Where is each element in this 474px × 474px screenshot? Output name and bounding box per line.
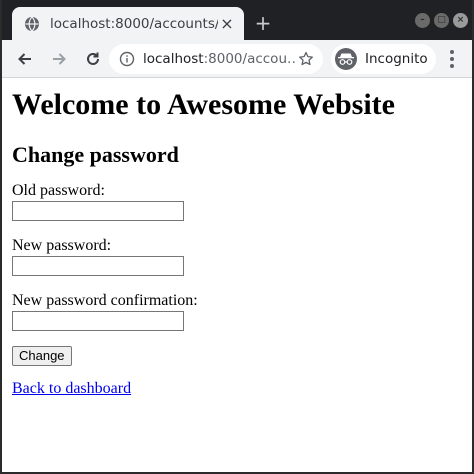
address-bar[interactable]: localhost:8000/accou…: [109, 44, 323, 74]
old-password-field: Old password:: [12, 182, 472, 221]
change-button[interactable]: Change: [12, 346, 72, 366]
page-heading: Change password: [12, 142, 179, 167]
url-host: localhost: [143, 51, 204, 67]
new-password-confirmation-input[interactable]: [12, 311, 184, 331]
new-tab-button[interactable]: +: [253, 13, 273, 33]
tab-strip: localhost:8000/accounts/ × + – □ ×: [2, 0, 472, 40]
window-controls: – □ ×: [415, 13, 468, 28]
incognito-icon: [335, 48, 357, 70]
back-icon[interactable]: [10, 44, 40, 74]
back-to-dashboard-link[interactable]: Back to dashboard: [12, 380, 472, 398]
new-password-field: New password:: [12, 237, 472, 276]
new-password-input[interactable]: [12, 256, 184, 276]
new-password-confirmation-field: New password confirmation:: [12, 292, 472, 331]
browser-tab[interactable]: localhost:8000/accounts/ ×: [12, 7, 244, 40]
close-window-button[interactable]: ×: [453, 13, 468, 28]
incognito-label: Incognito: [365, 51, 428, 67]
old-password-input[interactable]: [12, 201, 184, 221]
browser-menu-icon[interactable]: [442, 48, 462, 70]
browser-toolbar: localhost:8000/accou… Incognito: [2, 40, 472, 78]
url-path: :8000/accou…: [203, 51, 297, 67]
site-info-icon[interactable]: [119, 51, 135, 67]
minimize-window-button[interactable]: –: [415, 13, 430, 28]
url-text: localhost:8000/accou…: [143, 51, 297, 67]
maximize-window-button[interactable]: □: [434, 13, 449, 28]
browser-window: localhost:8000/accounts/ × + – □ × local…: [0, 0, 474, 474]
incognito-badge[interactable]: Incognito: [331, 44, 436, 74]
page-content: Welcome to Awesome Website Change passwo…: [2, 79, 472, 472]
new-password-confirmation-label: New password confirmation:: [12, 292, 198, 309]
change-password-form: Old password: New password: New password…: [12, 182, 472, 366]
new-password-label: New password:: [12, 237, 112, 254]
bookmark-star-icon[interactable]: [297, 50, 315, 68]
close-tab-icon[interactable]: ×: [218, 14, 236, 33]
site-title: Welcome to Awesome Website: [12, 88, 395, 121]
tab-title: localhost:8000/accounts/: [50, 15, 218, 32]
forward-icon[interactable]: [44, 44, 74, 74]
old-password-label: Old password:: [12, 182, 105, 199]
reload-icon[interactable]: [78, 44, 108, 74]
globe-icon: [24, 16, 40, 32]
